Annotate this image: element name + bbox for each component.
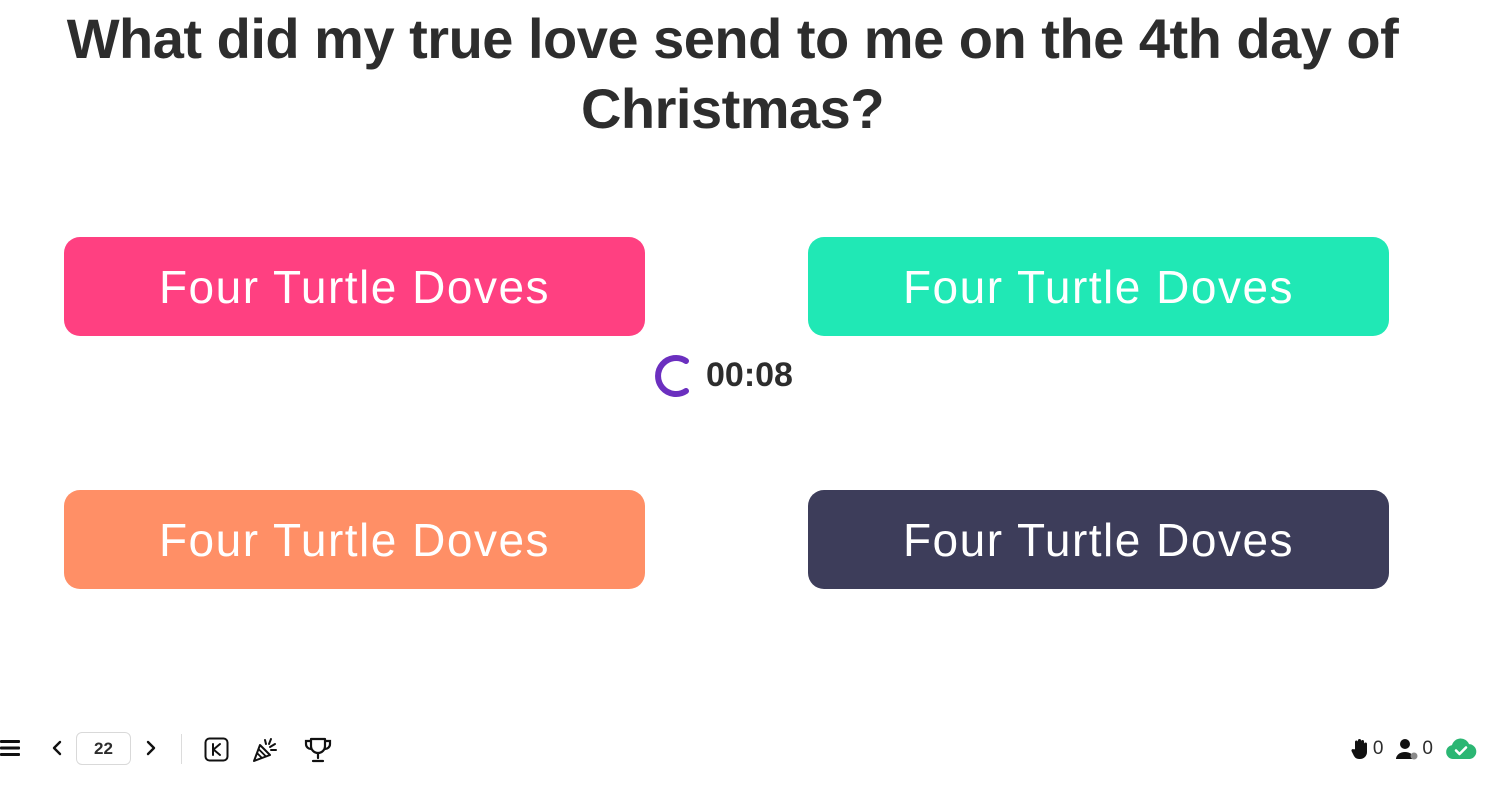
answer-label: Four Turtle Doves — [902, 260, 1295, 313]
answer-label: Four Turtle Doves — [902, 513, 1295, 566]
keyboard-shortcuts-button[interactable] — [204, 737, 229, 762]
leaderboard-button[interactable] — [303, 736, 333, 764]
celebrate-button[interactable] — [251, 736, 279, 764]
status-indicators: 0 0 — [1350, 734, 1477, 764]
answer-option-1[interactable]: Four Turtle Doves — [64, 237, 645, 336]
presentation-stage: What did my true love send to me on the … — [0, 0, 1505, 793]
timer-text: 00:08 — [706, 355, 793, 394]
user-icon — [1396, 739, 1418, 760]
answer-option-3[interactable]: Four Turtle Doves — [64, 490, 645, 589]
next-slide-button[interactable] — [140, 736, 162, 760]
participants-count: 0 — [1422, 738, 1433, 759]
connection-status — [1445, 737, 1477, 761]
trophy-icon — [304, 737, 332, 763]
party-popper-icon — [253, 738, 277, 762]
answer-label: Four Turtle Doves — [158, 513, 551, 566]
keyboard-k-icon — [204, 737, 229, 762]
chevron-left-icon — [52, 740, 62, 756]
slide-number-field[interactable]: 22 — [76, 732, 131, 765]
raised-hand-icon — [1351, 739, 1367, 759]
question-title: What did my true love send to me on the … — [66, 7, 1399, 140]
answer-option-2[interactable]: Four Turtle Doves — [808, 237, 1389, 336]
hands-raised-indicator[interactable]: 0 — [1350, 738, 1384, 760]
participants-indicator[interactable]: 0 — [1395, 738, 1433, 760]
chevron-right-icon — [146, 740, 156, 756]
countdown-timer: 00:08 — [650, 350, 793, 400]
answer-label: Four Turtle Doves — [158, 260, 551, 313]
spinner-icon — [655, 355, 689, 397]
toolbar-divider — [181, 734, 182, 764]
bottom-toolbar: 22 0 0 — [0, 728, 1505, 768]
hands-raised-count: 0 — [1372, 738, 1384, 759]
answer-option-4[interactable]: Four Turtle Doves — [808, 490, 1389, 589]
cloud-check-icon — [1446, 738, 1477, 759]
menu-icon[interactable] — [0, 739, 20, 757]
previous-slide-button[interactable] — [46, 736, 68, 760]
